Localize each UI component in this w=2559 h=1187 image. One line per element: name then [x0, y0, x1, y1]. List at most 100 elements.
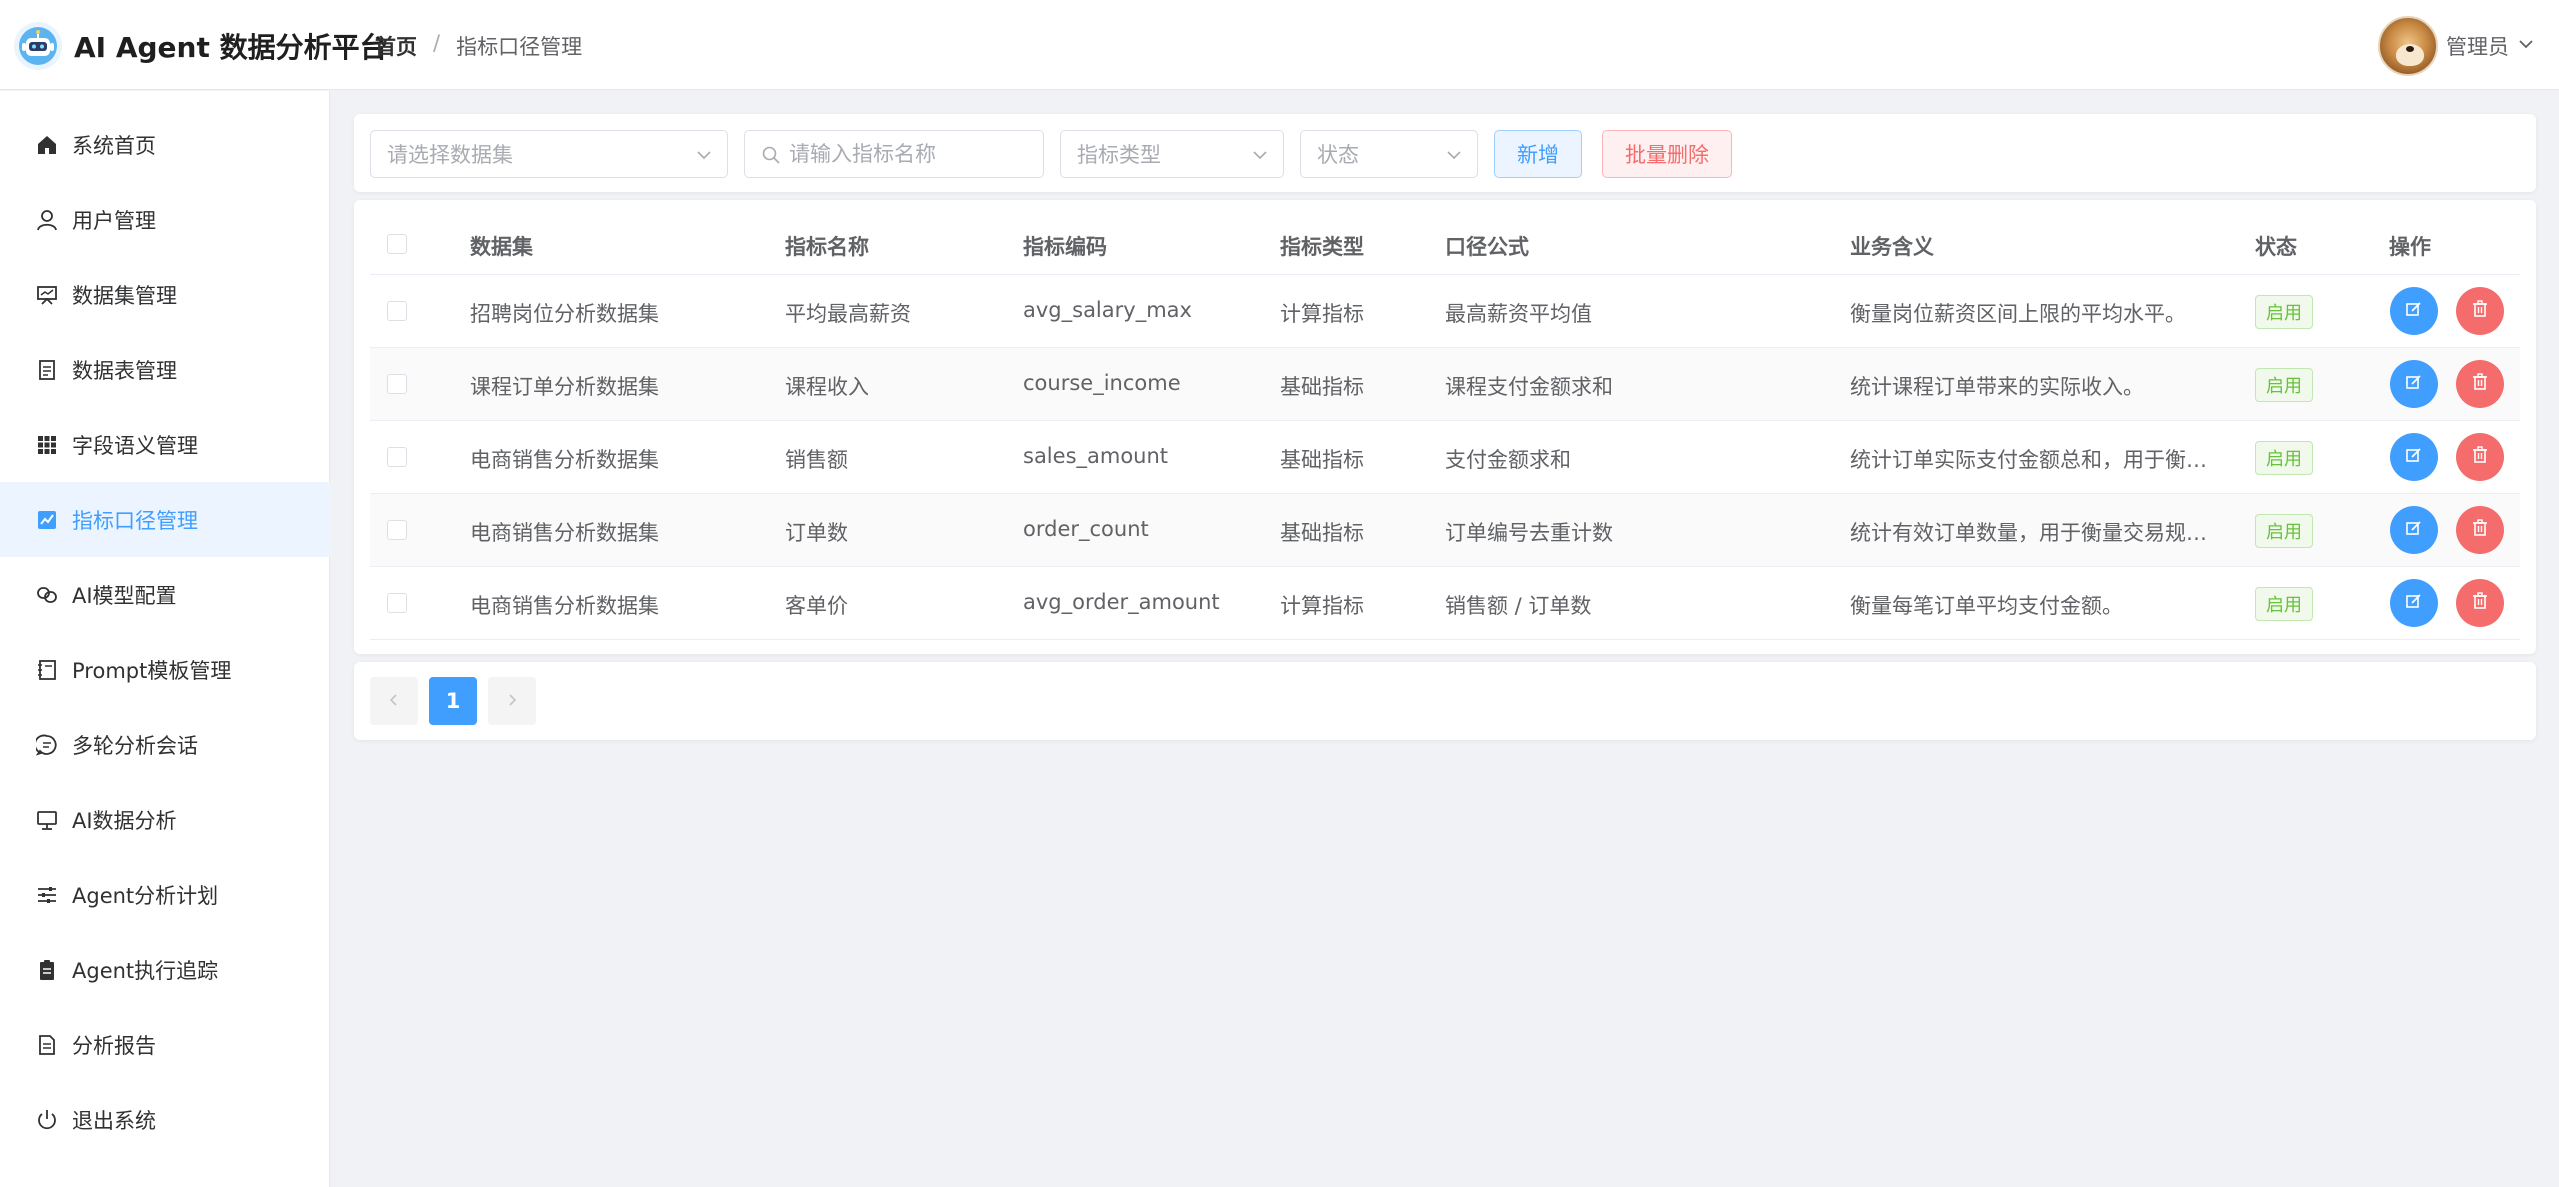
sidebar-item-sessions[interactable]: 多轮分析会话: [0, 707, 330, 782]
cell-code: order_count: [1023, 517, 1149, 541]
delete-button[interactable]: [2456, 433, 2504, 481]
cell-type: 基础指标: [1280, 521, 1364, 545]
trash-icon: [2470, 372, 2490, 396]
next-page-button[interactable]: [488, 677, 536, 725]
batch-delete-button[interactable]: 批量删除: [1602, 130, 1732, 178]
cell-code: course_income: [1023, 371, 1181, 395]
row-checkbox[interactable]: [387, 447, 407, 467]
sidebar-item-logout[interactable]: 退出系统: [0, 1082, 330, 1157]
sidebar-item-users[interactable]: 用户管理: [0, 182, 330, 257]
cell-name: 课程收入: [785, 375, 869, 399]
row-divider: [370, 639, 2520, 640]
edit-button[interactable]: [2390, 579, 2438, 627]
delete-button[interactable]: [2456, 506, 2504, 554]
dataset-select[interactable]: 请选择数据集: [370, 130, 728, 178]
row-checkbox[interactable]: [387, 593, 407, 613]
chat-icon: [36, 734, 58, 756]
edit-icon: [2404, 299, 2424, 323]
sidebar-item-home[interactable]: 系统首页: [0, 107, 330, 182]
search-input-wrapper[interactable]: [744, 130, 1044, 178]
delete-button[interactable]: [2456, 360, 2504, 408]
chevron-down-icon[interactable]: [2517, 35, 2535, 57]
edit-button[interactable]: [2390, 287, 2438, 335]
column-header-meaning: 业务含义: [1850, 235, 1934, 259]
edit-button[interactable]: [2390, 433, 2438, 481]
cell-formula: 支付金额求和: [1445, 448, 1571, 472]
prev-page-button[interactable]: [370, 677, 418, 725]
cell-code: sales_amount: [1023, 444, 1169, 468]
add-button[interactable]: 新增: [1494, 130, 1582, 178]
status-badge: 启用: [2255, 295, 2313, 329]
sidebar-item-label: 数据集管理: [72, 283, 177, 308]
cell-name: 客单价: [785, 594, 848, 618]
notebook-icon: [36, 659, 58, 681]
edit-button[interactable]: [2390, 506, 2438, 554]
sidebar: 系统首页 用户管理 数据集管理 数据表管理 字段语义管理 指标口径管理 AI模型…: [0, 91, 330, 1187]
sidebar-item-agent-trace[interactable]: Agent执行追踪: [0, 932, 330, 1007]
cell-type: 基础指标: [1280, 375, 1364, 399]
sidebar-item-agent-plan[interactable]: Agent分析计划: [0, 857, 330, 932]
breadcrumb-separator: /: [433, 31, 441, 55]
row-checkbox[interactable]: [387, 374, 407, 394]
column-header-formula: 口径公式: [1445, 235, 1529, 259]
edit-button[interactable]: [2390, 360, 2438, 408]
chevron-left-icon: [386, 689, 402, 713]
trash-icon: [2470, 518, 2490, 542]
cell-meaning: 统计课程订单带来的实际收入。: [1850, 375, 2144, 399]
cell-meaning: 统计订单实际支付金额总和，用于衡…: [1850, 448, 2207, 472]
cell-formula: 销售额 / 订单数: [1445, 594, 1592, 618]
cell-name: 平均最高薪资: [785, 302, 911, 326]
delete-button[interactable]: [2456, 287, 2504, 335]
sidebar-item-ai-model[interactable]: AI模型配置: [0, 557, 330, 632]
cell-formula: 订单编号去重计数: [1445, 521, 1613, 545]
sidebar-item-metrics[interactable]: 指标口径管理: [0, 482, 330, 557]
sidebar-item-datasets[interactable]: 数据集管理: [0, 257, 330, 332]
page-number-button[interactable]: 1: [429, 677, 477, 725]
sidebar-item-prompt-templates[interactable]: Prompt模板管理: [0, 632, 330, 707]
robot-logo-icon: [14, 22, 62, 70]
sliders-icon: [36, 884, 58, 906]
dataset-select-placeholder: 请选择数据集: [387, 143, 513, 167]
column-header-name: 指标名称: [785, 235, 869, 259]
chevron-right-icon: [504, 689, 520, 713]
cell-dataset: 电商销售分析数据集: [470, 521, 659, 545]
metric-type-select[interactable]: 指标类型: [1060, 130, 1284, 178]
sidebar-item-tables[interactable]: 数据表管理: [0, 332, 330, 407]
cell-type: 基础指标: [1280, 448, 1364, 472]
sidebar-item-label: AI数据分析: [72, 808, 177, 833]
sidebar-item-reports[interactable]: 分析报告: [0, 1007, 330, 1082]
sidebar-item-field-semantics[interactable]: 字段语义管理: [0, 407, 330, 482]
select-all-checkbox[interactable]: [387, 234, 407, 254]
status-badge: 启用: [2255, 587, 2313, 621]
column-header-dataset: 数据集: [470, 235, 533, 259]
sidebar-item-label: Agent执行追踪: [72, 958, 219, 983]
row-checkbox[interactable]: [387, 301, 407, 321]
cell-dataset: 电商销售分析数据集: [470, 448, 659, 472]
pagination-bar: [354, 662, 2536, 740]
trash-icon: [2470, 591, 2490, 615]
header-divider: [370, 274, 2520, 275]
user-menu[interactable]: 管理员: [2378, 16, 2535, 76]
sidebar-item-label: 分析报告: [72, 1033, 156, 1058]
user-name[interactable]: 管理员: [2446, 31, 2509, 61]
breadcrumb-home[interactable]: 首页: [375, 31, 417, 61]
status-select[interactable]: 状态: [1300, 130, 1478, 178]
status-select-placeholder: 状态: [1317, 143, 1359, 167]
edit-icon: [2404, 591, 2424, 615]
connection-icon: [36, 584, 58, 606]
clipboard-icon: [36, 959, 58, 981]
cell-name: 订单数: [785, 521, 848, 545]
top-header: AI Agent 数据分析平台 首页 / 指标口径管理 管理员: [0, 0, 2559, 90]
column-header-type: 指标类型: [1280, 235, 1364, 259]
cell-name: 销售额: [785, 448, 848, 472]
delete-button[interactable]: [2456, 579, 2504, 627]
column-header-status: 状态: [2255, 235, 2297, 259]
trend-chart-icon: [36, 509, 58, 531]
cell-formula: 课程支付金额求和: [1445, 375, 1613, 399]
sidebar-item-ai-analysis[interactable]: AI数据分析: [0, 782, 330, 857]
power-icon: [36, 1109, 58, 1131]
search-input[interactable]: [789, 142, 1043, 166]
edit-icon: [2404, 445, 2424, 469]
row-checkbox[interactable]: [387, 520, 407, 540]
avatar[interactable]: [2378, 16, 2438, 76]
